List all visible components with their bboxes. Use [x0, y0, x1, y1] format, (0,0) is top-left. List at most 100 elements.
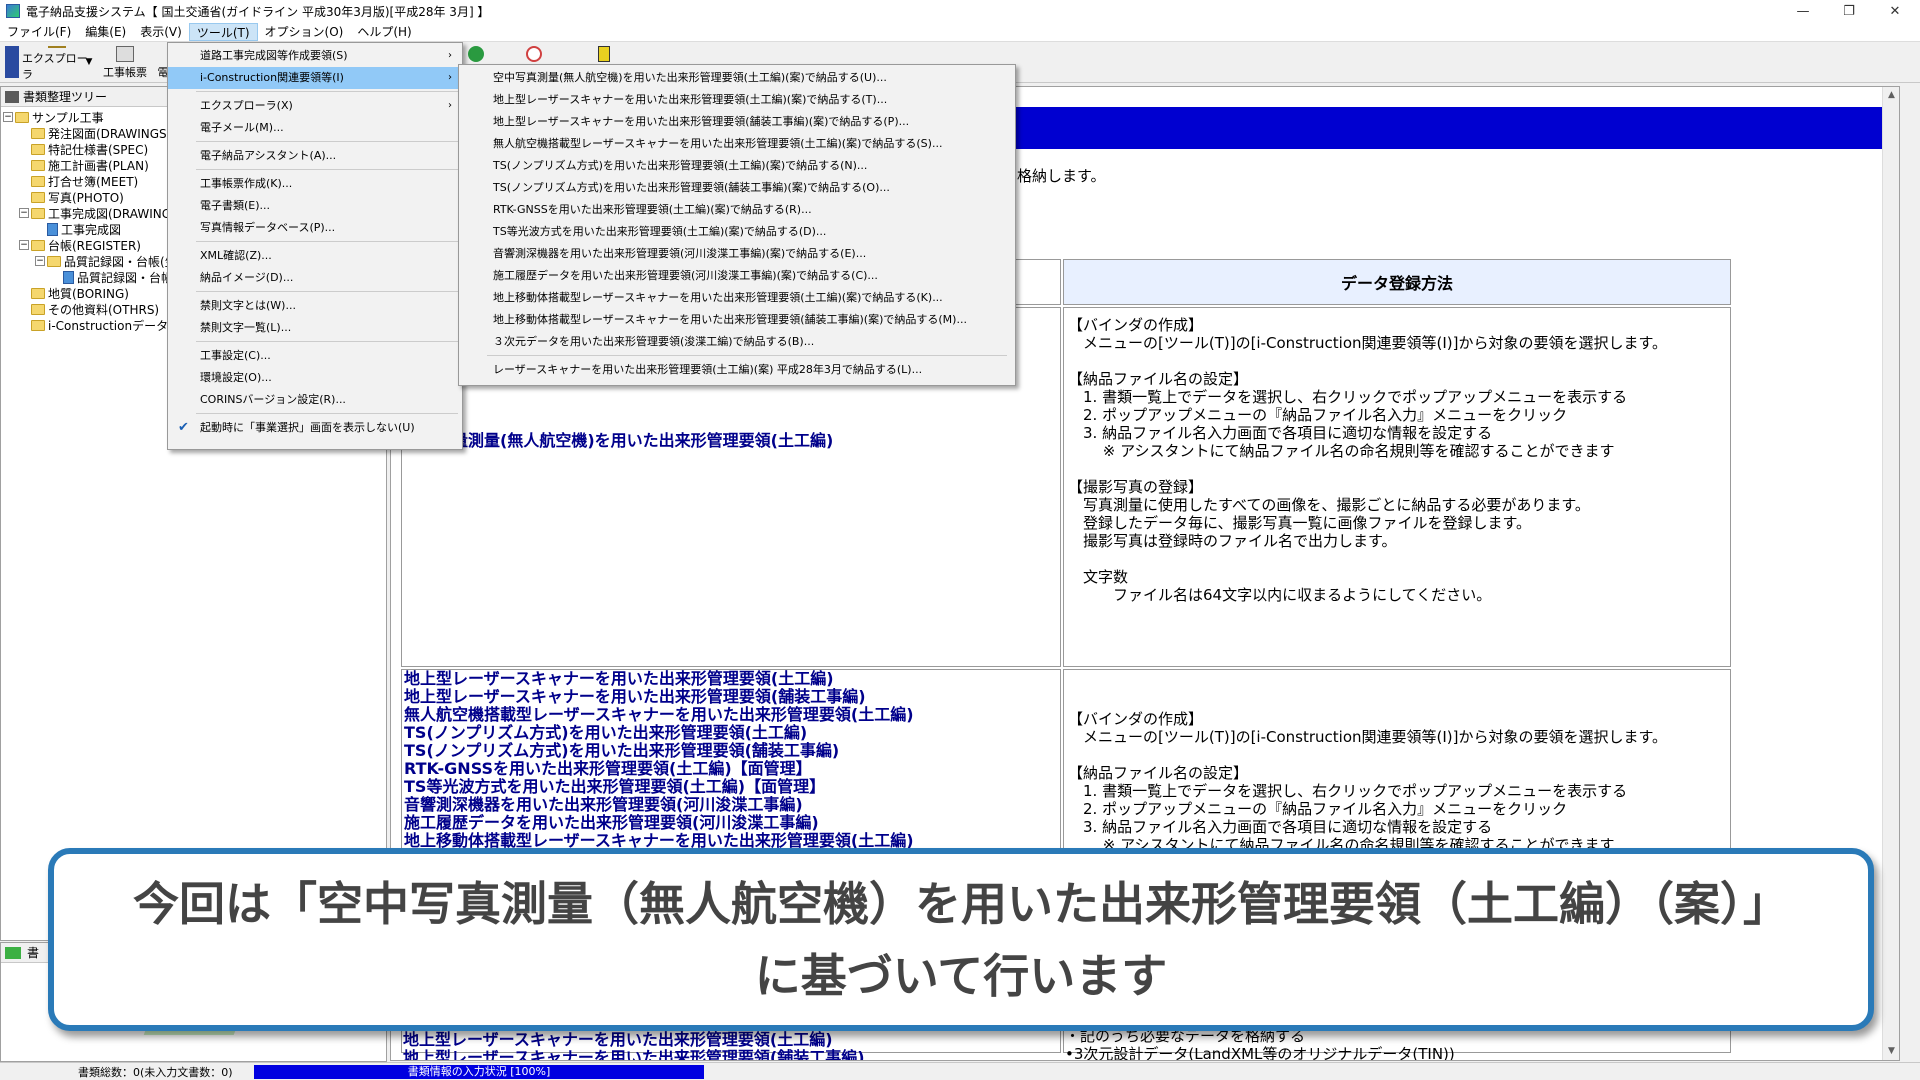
app-window: 電子納品支援システム【 国土交通省(ガイドライン 平成30年3月版)[平成28年… — [0, 0, 1920, 1080]
menu-file[interactable]: ファイル(F) — [0, 23, 78, 41]
guideline-link[interactable]: TS(ノンプリズム方式)を用いた出来形管理要領(舗装工事編) — [404, 742, 1058, 760]
iconstruction-menu-item[interactable]: 音響測深機器を用いた出来形管理要領(河川浚渫工事編)(案)で納品する(E)... — [459, 243, 1015, 265]
tools-menu-item[interactable]: 道路工事完成図等作成要領(S) › — [168, 45, 462, 67]
daicho-button[interactable]: 工事帳票 — [98, 46, 152, 80]
tree-node-label: 地質(BORING) — [48, 286, 129, 301]
guideline-link[interactable]: 施工履歴データを用いた出来形管理要領(河川浚渫工事編) — [404, 814, 1058, 832]
clock-icon — [526, 46, 542, 62]
tools-menu-item[interactable]: 起動時に「事業選択」画面を表示しない(U) ✔ — [168, 417, 462, 439]
guideline-link[interactable]: 地上型レーザースキャナーを用いた出来形管理要領(舗装工事編) — [404, 688, 1058, 706]
iconstruction-menu-item[interactable]: ３次元データを用いた出来形管理要領(浚渫工編)で納品する(B)... — [459, 331, 1015, 353]
explorer-button[interactable]: エクスプローラ — [22, 46, 92, 81]
tools-menu-item[interactable]: XML確認(Z)... — [168, 245, 462, 267]
guideline-link[interactable]: 音響測深機器を用いた出来形管理要領(河川浚渫工事編) — [404, 796, 1058, 814]
guideline-link[interactable]: RTK-GNSSを用いた出来形管理要領(土工編)【面管理】 — [404, 760, 1058, 778]
tools-menu-item[interactable]: CORINSバージョン設定(R)... — [168, 389, 462, 411]
guideline-link[interactable]: 地上型レーザースキャナーを用いた出来形管理要領(土工編) — [404, 670, 1058, 688]
collapse-icon[interactable]: − — [19, 240, 29, 250]
instruction-line: 【納品ファイル名の設定】 — [1068, 370, 1249, 388]
instruction-line: 3. 納品ファイル名入力画面で各項目に適切な情報を設定する — [1068, 424, 1493, 442]
instruction-line: 文字数 — [1068, 568, 1129, 586]
menu-help[interactable]: ヘルプ(H) — [350, 23, 418, 41]
iconstruction-menu-item[interactable]: レーザースキャナーを用いた出来形管理要領(土工編)(案) 平成28年3月で納品す… — [459, 359, 1015, 381]
restore-button[interactable]: ❐ — [1826, 0, 1872, 22]
tools-menu-item[interactable]: 電子書類(E)... — [168, 195, 462, 217]
tools-menu-item-label: 電子納品アシスタント(A)... — [200, 149, 337, 162]
instruction-line: 3. 納品ファイル名入力画面で各項目に適切な情報を設定する — [1068, 818, 1493, 836]
tools-menu-item-label: 環境設定(O)... — [200, 371, 272, 384]
minimize-button[interactable]: — — [1780, 0, 1826, 22]
iconstruction-menu-item[interactable]: 無人航空機搭載型レーザースキャナーを用いた出来形管理要領(土工編)(案)で納品す… — [459, 133, 1015, 155]
camera-icon — [468, 46, 484, 62]
scroll-up-icon[interactable]: ▲ — [1883, 87, 1899, 104]
binder-tab-button[interactable] — [4, 46, 20, 80]
tools-menu-item[interactable]: 禁則文字一覧(L)... — [168, 317, 462, 339]
menu-view[interactable]: 表示(V) — [133, 23, 189, 41]
iconstruction-menu-item[interactable]: 地上型レーザースキャナーを用いた出来形管理要領(舗装工事編)(案)で納品する(P… — [459, 111, 1015, 133]
tools-menu-item[interactable]: 環境設定(O)... — [168, 367, 462, 389]
instruction-line — [1068, 352, 1726, 370]
tools-menu-item[interactable]: 工事設定(C)... — [168, 345, 462, 367]
document-icon — [63, 270, 74, 284]
submenu-arrow-icon: › — [448, 100, 452, 111]
guideline-link[interactable]: TS等光波方式を用いた出来形管理要領(土工編)【面管理】 — [404, 778, 1058, 796]
tools-menu-item[interactable]: 工事帳票作成(K)... — [168, 173, 462, 195]
iconstruction-menu-item[interactable]: TS(ノンプリズム方式)を用いた出来形管理要領(舗装工事編)(案)で納品する(O… — [459, 177, 1015, 199]
tree-node-label: 台帳(REGISTER) — [48, 238, 141, 253]
app-icon — [6, 4, 20, 18]
menu-options[interactable]: オプション(O) — [258, 23, 351, 41]
checkmark-icon: ✔ — [178, 420, 189, 435]
guideline-link[interactable]: TS(ノンプリズム方式)を用いた出来形管理要領(土工編) — [404, 724, 1058, 742]
collapse-icon[interactable]: − — [19, 208, 29, 218]
instruction-line: 撮影写真は登録時のファイル名で出力します。 — [1068, 532, 1397, 550]
menu-separator — [196, 169, 458, 170]
tools-menu-item[interactable]: 電子納品アシスタント(A)... — [168, 145, 462, 167]
document-count: 書類総数：0(未入力文書数：0) — [78, 1065, 233, 1079]
guideline-link-uav[interactable]: 量測量(無人航空機)を用いた出来形管理要領(土工編) — [452, 432, 833, 450]
iconstruction-menu-item[interactable]: TS(ノンプリズム方式)を用いた出来形管理要領(土工編)(案)で納品する(N).… — [459, 155, 1015, 177]
instruction-line — [1068, 460, 1726, 478]
tools-menu-item[interactable]: 納品イメージ(D)... — [168, 267, 462, 289]
bottom-links: 地上型レーザースキャナーを用いた出来形管理要領(土工編) 地上型レーザースキャナー… — [403, 1031, 865, 1061]
iconstruction-menu-item[interactable]: 地上移動体搭載型レーザースキャナーを用いた出来形管理要領(舗装工事編)(案)で納… — [459, 309, 1015, 331]
tools-menu-item-label: XML確認(Z)... — [200, 249, 272, 262]
tree-node-label: 打合せ簿(MEET) — [48, 174, 139, 189]
collapse-icon[interactable]: − — [3, 112, 13, 122]
tree-node-label: 発注図面(DRAWINGS) — [48, 126, 172, 141]
scroll-down-icon[interactable]: ▼ — [1883, 1043, 1899, 1060]
instruction-line: ※ アシスタントにて納品ファイル名の命名規則等を確認することができます — [1068, 442, 1615, 460]
iconstruction-menu-item[interactable]: TS等光波方式を用いた出来形管理要領(土工編)(案)で納品する(D)... — [459, 221, 1015, 243]
guideline-link[interactable]: 地上型レーザースキャナーを用いた出来形管理要領(土工編) — [403, 1031, 865, 1049]
tools-menu-item-label: 起動時に「事業選択」画面を表示しない(U) — [200, 421, 415, 434]
iconstruction-menu-item[interactable]: 地上型レーザースキャナーを用いた出来形管理要領(土工編)(案)で納品する(T).… — [459, 89, 1015, 111]
tools-menu-item[interactable]: i-Construction関連要領等(I) › — [168, 67, 462, 89]
folder-icon — [31, 319, 45, 331]
collapse-icon[interactable]: − — [35, 256, 45, 266]
iconstruction-menu-item[interactable]: 施工履歴データを用いた出来形管理要領(河川浚渫工事編)(案)で納品する(C)..… — [459, 265, 1015, 287]
iconstruction-menu-item[interactable]: 空中写真測量(無人航空機)を用いた出来形管理要領(土工編)(案)で納品する(U)… — [459, 67, 1015, 89]
iconstruction-menu-item[interactable]: RTK-GNSSを用いた出来形管理要領(土工編)(案)で納品する(R)... — [459, 199, 1015, 221]
guideline-link[interactable]: 地上型レーザースキャナーを用いた出来形管理要領(舗装工事編) — [403, 1049, 865, 1061]
tree-node-label: 品質記録図・台帳 — [77, 270, 174, 285]
instruction-line — [1068, 550, 1726, 568]
guideline-link[interactable]: 無人航空機搭載型レーザースキャナーを用いた出来形管理要領(土工編) — [404, 706, 1058, 724]
binder-icon — [5, 46, 19, 78]
tools-menu-item[interactable]: エクスプローラ(X) › — [168, 95, 462, 117]
folder-icon — [31, 303, 45, 315]
tools-menu-item-label: 道路工事完成図等作成要領(S) — [200, 49, 348, 62]
explorer-icon — [48, 46, 66, 48]
tools-menu-item-label: 工事設定(C)... — [200, 349, 271, 362]
iconstruction-menu-item[interactable]: 地上移動体搭載型レーザースキャナーを用いた出来形管理要領(土工編)(案)で納品す… — [459, 287, 1015, 309]
close-button[interactable]: ✕ — [1872, 0, 1918, 22]
tree-icon — [5, 90, 19, 103]
tools-menu-item[interactable]: 禁則文字とは(W)... — [168, 295, 462, 317]
header-band — [1011, 107, 1891, 149]
folder-icon — [31, 191, 45, 203]
tools-menu-item[interactable]: 写真情報データベース(P)... — [168, 217, 462, 239]
instruction-line: 【撮影写真の登録】 — [1068, 478, 1204, 496]
menu-tools[interactable]: ツール(T) — [188, 22, 258, 41]
content-scrollbar[interactable]: ▲ ▼ — [1882, 87, 1899, 1060]
tools-menu-item[interactable]: 電子メール(M)... — [168, 117, 462, 139]
menu-bar: ファイル(F) 編集(E) 表示(V) ツール(T) オプション(O) ヘルプ(… — [0, 22, 1920, 42]
menu-edit[interactable]: 編集(E) — [78, 23, 133, 41]
